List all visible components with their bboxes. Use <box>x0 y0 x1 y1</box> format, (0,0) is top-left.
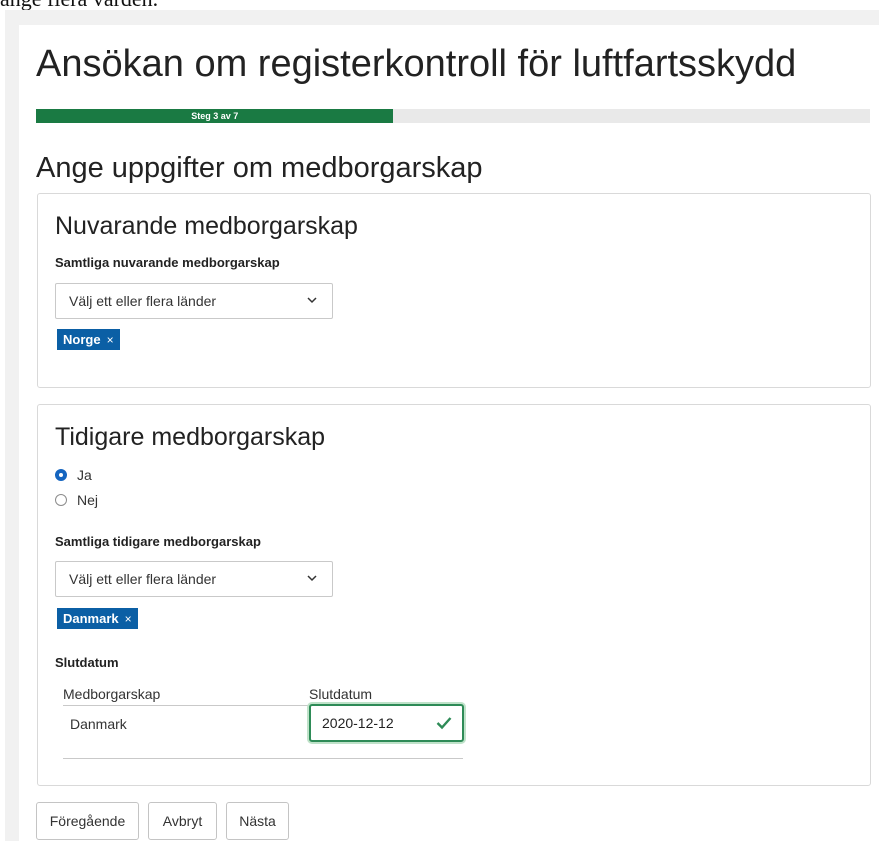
current-citizenship-label: Samtliga nuvarande medborgarskap <box>55 255 280 270</box>
end-date-value: 2020-12-12 <box>322 715 394 731</box>
section-title: Ange uppgifter om medborgarskap <box>36 152 483 184</box>
end-date-label: Slutdatum <box>55 655 119 670</box>
tag-label: Danmark <box>63 611 119 626</box>
previous-citizenship-select[interactable]: Välj ett eller flera länder <box>55 561 333 597</box>
table-bottom-divider <box>63 758 463 759</box>
country-tag-danmark: Danmark × <box>57 608 138 629</box>
radio-unchecked-icon[interactable] <box>55 494 67 506</box>
current-citizenship-select[interactable]: Välj ett eller flera länder <box>55 283 333 319</box>
progress-bar: Steg 3 av 7 <box>36 109 870 123</box>
remove-tag-icon[interactable]: × <box>107 333 114 347</box>
cancel-button[interactable]: Avbryt <box>148 802 217 840</box>
radio-checked-icon[interactable] <box>55 469 67 481</box>
page-frame: Ansökan om registerkontroll för luftfart… <box>5 10 879 851</box>
page-title: Ansökan om registerkontroll för luftfart… <box>36 43 797 85</box>
radio-label-nej: Nej <box>77 492 99 508</box>
table-cell-country: Danmark <box>70 716 127 732</box>
checkmark-icon <box>436 717 452 730</box>
current-citizenship-heading: Nuvarande medborgarskap <box>55 212 358 240</box>
country-tag-norge: Norge × <box>57 329 120 350</box>
radio-label-ja: Ja <box>77 467 92 483</box>
previous-citizenship-card: Tidigare medborgarskap Ja Nej Samtliga t… <box>37 404 871 786</box>
previous-citizenship-label: Samtliga tidigare medborgarskap <box>55 534 261 549</box>
previous-button[interactable]: Föregående <box>36 802 139 840</box>
tag-label: Norge <box>63 332 101 347</box>
end-date-input[interactable]: 2020-12-12 <box>309 704 464 742</box>
select-placeholder: Välj ett eller flera länder <box>69 293 217 309</box>
radio-option-nej[interactable]: Nej <box>55 492 98 508</box>
current-citizenship-card: Nuvarande medborgarskap Samtliga nuvaran… <box>37 193 871 388</box>
column-header-end-date: Slutdatum <box>309 686 373 702</box>
progress-label: Steg 3 av 7 <box>191 111 239 121</box>
form-container: Ansökan om registerkontroll för luftfart… <box>19 25 879 851</box>
remove-tag-icon[interactable]: × <box>125 612 132 626</box>
radio-option-ja[interactable]: Ja <box>55 467 92 483</box>
next-button[interactable]: Nästa <box>226 802 289 840</box>
previous-citizenship-heading: Tidigare medborgarskap <box>55 423 326 451</box>
column-header-citizenship: Medborgarskap <box>63 686 161 702</box>
select-placeholder: Välj ett eller flera länder <box>69 571 217 587</box>
chevron-down-icon <box>307 297 317 304</box>
chevron-down-icon <box>307 575 317 582</box>
progress-bar-fill: Steg 3 av 7 <box>36 109 394 123</box>
